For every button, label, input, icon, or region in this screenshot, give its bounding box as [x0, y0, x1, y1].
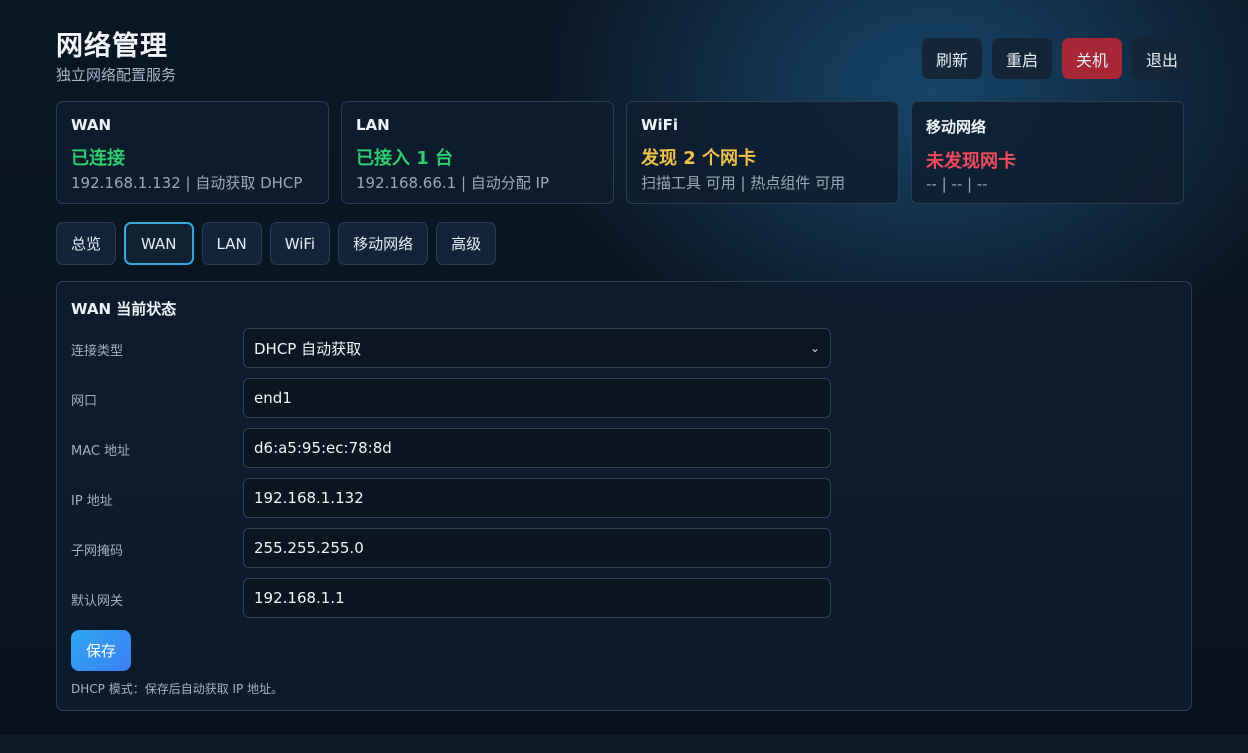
page-title: 网络管理: [56, 31, 168, 62]
tab-mobile[interactable]: 移动网络: [338, 222, 429, 265]
wan-status-card: WAN 已连接 192.168.1.132 | 自动获取 DHCP: [56, 101, 329, 204]
field-label: IP 地址: [71, 494, 113, 509]
mac-row: MAC 地址 d6:a5:95:ec:78:8d: [71, 428, 831, 468]
restart-button[interactable]: 重启: [991, 38, 1052, 79]
tab-bar: 总览 WAN LAN WiFi 移动网络 高级: [56, 222, 497, 265]
card-detail: 扫描工具 可用 | 热点组件 可用: [641, 174, 846, 192]
tab-wifi[interactable]: WiFi: [269, 222, 331, 265]
card-detail: -- | -- | --: [926, 175, 988, 193]
mac-input[interactable]: d6:a5:95:ec:78:8d: [243, 428, 831, 468]
card-status: 未发现网卡: [926, 151, 1016, 172]
card-title: LAN: [356, 116, 390, 134]
field-label: 网口: [71, 394, 98, 409]
select-value: DHCP 自动获取: [254, 339, 362, 358]
panel-title: WAN 当前状态: [71, 300, 177, 318]
field-label: 连接类型: [71, 344, 124, 359]
connection-type-row: 连接类型 DHCP 自动获取 ⌄: [71, 328, 831, 368]
card-status: 发现 2 个网卡: [641, 148, 757, 169]
tab-wan[interactable]: WAN: [124, 222, 194, 265]
bottom-bar: [0, 735, 1248, 753]
wifi-status-card: WiFi 发现 2 个网卡 扫描工具 可用 | 热点组件 可用: [626, 101, 899, 204]
header-actions: 刷新 重启 关机 退出: [921, 38, 1192, 79]
interface-row: 网口 end1: [71, 378, 831, 418]
tab-lan[interactable]: LAN: [201, 222, 262, 265]
tab-overview[interactable]: 总览: [56, 222, 117, 265]
netmask-input[interactable]: 255.255.255.0: [243, 528, 831, 568]
status-cards: WAN 已连接 192.168.1.132 | 自动获取 DHCP LAN 已接…: [56, 101, 1184, 204]
page-subtitle: 独立网络配置服务: [56, 66, 177, 84]
save-button[interactable]: 保存: [71, 630, 131, 671]
lan-status-card: LAN 已接入 1 台 192.168.66.1 | 自动分配 IP: [341, 101, 614, 204]
mobile-status-card: 移动网络 未发现网卡 -- | -- | --: [911, 101, 1184, 204]
card-title: WAN: [71, 116, 112, 134]
card-status: 已接入 1 台: [356, 148, 454, 169]
mode-note: DHCP 模式：保存后自动获取 IP 地址。: [71, 682, 284, 696]
logout-button[interactable]: 退出: [1131, 38, 1192, 79]
ip-row: IP 地址 192.168.1.132: [71, 478, 831, 518]
chevron-down-icon: ⌄: [809, 341, 820, 355]
card-status: 已连接: [71, 148, 125, 169]
shutdown-button[interactable]: 关机: [1061, 38, 1122, 79]
gateway-row: 默认网关 192.168.1.1: [71, 578, 831, 618]
field-label: 子网掩码: [71, 544, 124, 559]
card-detail: 192.168.66.1 | 自动分配 IP: [356, 174, 550, 192]
refresh-button[interactable]: 刷新: [921, 38, 982, 79]
connection-type-select[interactable]: DHCP 自动获取 ⌄: [243, 328, 831, 368]
card-title: WiFi: [641, 116, 679, 134]
card-detail: 192.168.1.132 | 自动获取 DHCP: [71, 174, 303, 192]
field-label: 默认网关: [71, 594, 124, 609]
gateway-input[interactable]: 192.168.1.1: [243, 578, 831, 618]
tab-advanced[interactable]: 高级: [436, 222, 497, 265]
wan-panel: WAN 当前状态 连接类型 DHCP 自动获取 ⌄ 网口 end1 MAC 地址…: [56, 281, 1192, 711]
interface-input[interactable]: end1: [243, 378, 831, 418]
ip-input[interactable]: 192.168.1.132: [243, 478, 831, 518]
card-title: 移动网络: [926, 118, 987, 136]
netmask-row: 子网掩码 255.255.255.0: [71, 528, 831, 568]
field-label: MAC 地址: [71, 444, 131, 459]
